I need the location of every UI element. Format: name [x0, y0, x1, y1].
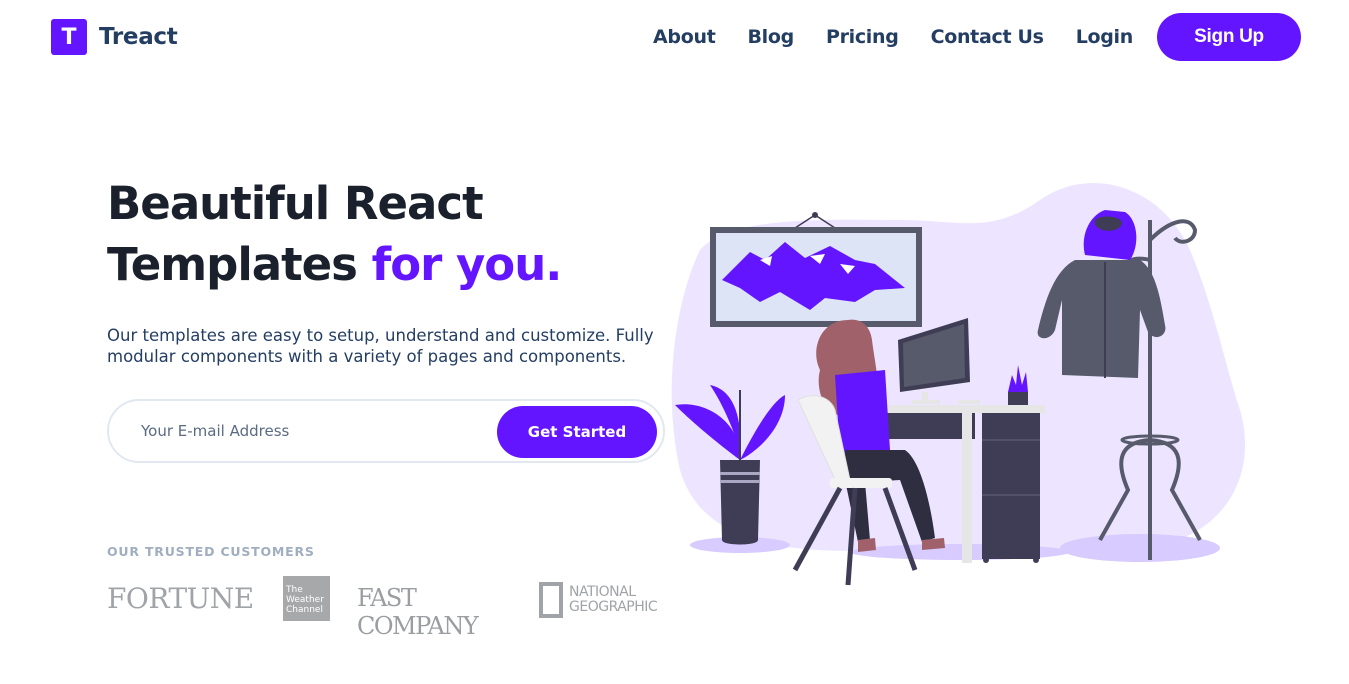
hero-illustration [671, 182, 1246, 586]
brand-name: Treact [99, 24, 178, 50]
weather-logo-line3: Channel [286, 605, 323, 615]
hero-title-line1: Beautiful React [107, 177, 484, 230]
signup-button[interactable]: Sign Up [1157, 13, 1301, 61]
get-started-button[interactable]: Get Started [497, 406, 657, 458]
email-input[interactable] [141, 415, 481, 447]
logo-icon: T [51, 19, 87, 55]
hero-description: Our templates are easy to setup, underst… [107, 326, 654, 366]
nav-link-contact[interactable]: Contact Us [931, 26, 1044, 48]
national-geographic-logo: NATIONAL GEOGRAPHIC [539, 582, 658, 618]
mountain-painting [710, 212, 922, 327]
natgeo-line2: GEOGRAPHIC [569, 599, 658, 615]
natgeo-line1: NATIONAL [569, 584, 636, 600]
main-nav: About Blog Pricing Contact Us Login Sign… [653, 13, 1301, 61]
nav-link-login[interactable]: Login [1076, 26, 1134, 48]
brand-logo[interactable]: T Treact [51, 19, 178, 55]
hero-title-accent: for you. [371, 238, 563, 291]
fortune-logo: FORTUNE [107, 582, 254, 615]
weather-logo-line2: Weather [286, 595, 324, 605]
fast-company-logo: FAST COMPANY [357, 584, 479, 640]
hero-title: Beautiful React Templates for you. [107, 173, 667, 295]
nav-link-about[interactable]: About [653, 26, 716, 48]
email-signup-form: Get Started [107, 399, 665, 463]
natgeo-text: NATIONAL GEOGRAPHIC [569, 584, 658, 615]
nav-link-blog[interactable]: Blog [747, 26, 794, 48]
weather-logo-line1: The [286, 585, 303, 595]
hero-title-line2: Templates [107, 238, 372, 291]
nav-link-pricing[interactable]: Pricing [826, 26, 899, 48]
trusted-customers-label: OUR TRUSTED CUSTOMERS [107, 544, 315, 559]
natgeo-frame-icon [539, 582, 563, 618]
site-header: T Treact About Blog Pricing Contact Us L… [0, 0, 1349, 76]
weather-channel-logo: The Weather Channel [283, 576, 330, 621]
